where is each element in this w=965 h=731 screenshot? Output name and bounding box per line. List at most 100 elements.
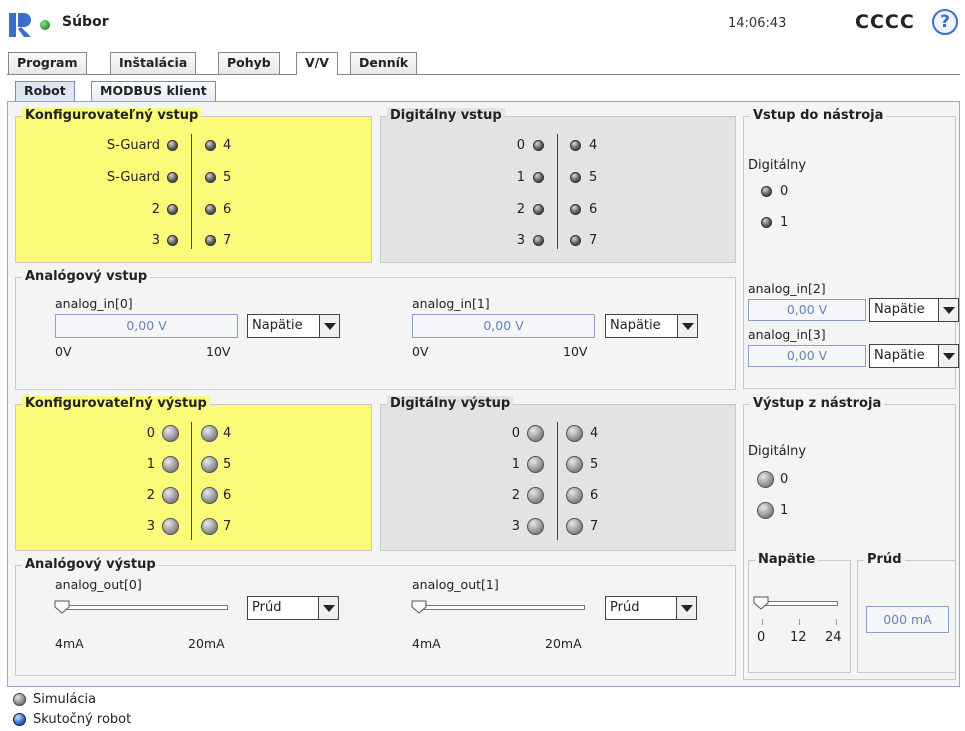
analog-in-2-mode-select[interactable]: Napätie [869,298,959,322]
config-input-led-2-icon [167,204,178,215]
tab-log[interactable]: Denník [350,52,418,74]
config-output-led-6-icon[interactable] [201,487,218,504]
help-icon[interactable]: ? [932,9,958,35]
tab-io[interactable]: V/V [296,52,338,75]
analog-in-0-label: analog_in[0] [55,296,133,311]
digital-output-led-3-icon[interactable] [527,518,544,535]
configurable-input-title: Konfigurovateľný vstup [22,108,202,123]
simulation-radio-icon[interactable] [13,693,26,706]
clock: 14:06:43 [728,16,787,31]
voltage-title: Napätie [755,552,819,567]
config-input-label-7: 7 [223,233,232,248]
digital-input-led-4-icon [570,140,581,151]
config-output-label-7: 7 [223,519,232,534]
digital-input-led-6-icon [570,204,581,215]
analog-in-1-value: 0,00 V [412,314,595,338]
tool-input-digital-label: Digitálny [748,158,807,173]
tool-input-label-1: 1 [780,215,789,230]
digital-input-label-4: 4 [589,138,598,153]
voltage-slider-track[interactable] [758,601,838,606]
tab-move[interactable]: Pohyb [218,52,280,74]
analog-in-0-value: 0,00 V [55,314,238,338]
config-output-label-4: 4 [223,426,232,441]
config-input-led-6-icon [205,204,216,215]
analog-out-0-mode-select[interactable]: Prúd [247,596,339,620]
chevron-down-icon [938,299,958,321]
analog-out-1-label: analog_out[1] [412,577,499,592]
config-input-label-5: 5 [223,170,232,185]
tool-output-led-0-icon[interactable] [757,471,774,488]
digital-input-led-1-icon [533,172,544,183]
tab-program[interactable]: Program [8,52,87,74]
analog-out-1-max: 20mA [545,636,582,651]
real-robot-label[interactable]: Skutočný robot [33,712,131,727]
chevron-down-icon [938,345,958,367]
configurable-output-group: Konfigurovateľný výstup [15,396,372,551]
digital-input-label-3: 3 [516,233,525,248]
digital-input-label-0: 0 [516,138,525,153]
analog-in-2-value: 0,00 V [748,299,866,321]
config-input-led-0-icon [167,140,178,151]
digital-output-led-1-icon[interactable] [527,456,544,473]
digital-input-led-7-icon [570,235,581,246]
simulation-label[interactable]: Simulácia [33,692,96,707]
digital-output-group: Digitálny výstup [380,396,736,551]
analog-in-0-max: 10V [206,344,231,359]
analog-out-0-slider-track[interactable] [60,605,228,610]
ur-logo-icon [9,13,31,37]
voltage-tick [836,619,837,625]
config-input-led-1-icon [167,172,178,183]
digital-output-label-1: 1 [511,457,520,472]
analog-out-0-slider-knob-icon[interactable] [54,600,70,614]
voltage-tick [762,619,763,625]
config-input-led-5-icon [205,172,216,183]
config-output-label-3: 3 [146,519,155,534]
config-output-led-1-icon[interactable] [162,456,179,473]
config-output-led-2-icon[interactable] [162,487,179,504]
digital-output-led-6-icon[interactable] [566,487,583,504]
analog-in-3-mode-select[interactable]: Napätie [869,344,959,368]
config-output-label-0: 0 [146,426,155,441]
digital-output-led-0-icon[interactable] [527,425,544,442]
digital-output-led-5-icon[interactable] [566,456,583,473]
top-bar: Súbor 14:06:43 CCCC ? [0,0,965,48]
analog-out-1-mode-value: Prúd [610,600,640,615]
analog-in-2-mode-value: Napätie [874,302,925,317]
voltage-tick-label-12: 12 [790,630,807,645]
real-robot-radio-icon[interactable] [13,713,26,726]
file-menu[interactable]: Súbor [62,14,109,30]
mode-footer [0,689,965,731]
tab-installation[interactable]: Inštalácia [110,52,197,74]
analog-out-1-slider-knob-icon[interactable] [411,600,427,614]
digital-output-led-4-icon[interactable] [566,425,583,442]
voltage-tick-label-0: 0 [757,630,766,645]
digital-output-led-7-icon[interactable] [566,518,583,535]
tool-current-value: 000 mA [866,606,949,633]
analog-out-1-mode-select[interactable]: Prúd [605,596,697,620]
subtab-modbus-client[interactable]: MODBUS klient [91,81,216,101]
config-output-led-0-icon[interactable] [162,425,179,442]
subtab-robot[interactable]: Robot [15,81,75,101]
config-output-led-7-icon[interactable] [201,518,218,535]
analog-in-0-mode-select[interactable]: Napätie [247,314,340,338]
analog-in-3-mode-value: Napätie [874,348,925,363]
config-input-label-6: 6 [223,202,232,217]
config-output-label-5: 5 [223,457,232,472]
tool-output-title: Výstup z nástroja [750,396,885,411]
config-output-led-4-icon[interactable] [201,425,218,442]
chevron-down-icon [318,597,338,619]
analog-in-1-mode-select[interactable]: Napätie [605,314,698,338]
tool-input-led-1-icon [761,217,772,228]
divider [557,422,558,540]
voltage-slider-knob-icon[interactable] [753,596,769,610]
analog-out-1-slider-track[interactable] [417,605,585,610]
analog-in-1-min: 0V [412,344,429,359]
config-output-led-5-icon[interactable] [201,456,218,473]
analog-output-title: Analógový výstup [22,557,159,572]
digital-output-led-2-icon[interactable] [527,487,544,504]
tool-input-label-0: 0 [780,184,789,199]
config-output-led-3-icon[interactable] [162,518,179,535]
analog-out-0-min: 4mA [55,636,84,651]
config-output-label-2: 2 [146,488,155,503]
tool-output-led-1-icon[interactable] [757,502,774,519]
